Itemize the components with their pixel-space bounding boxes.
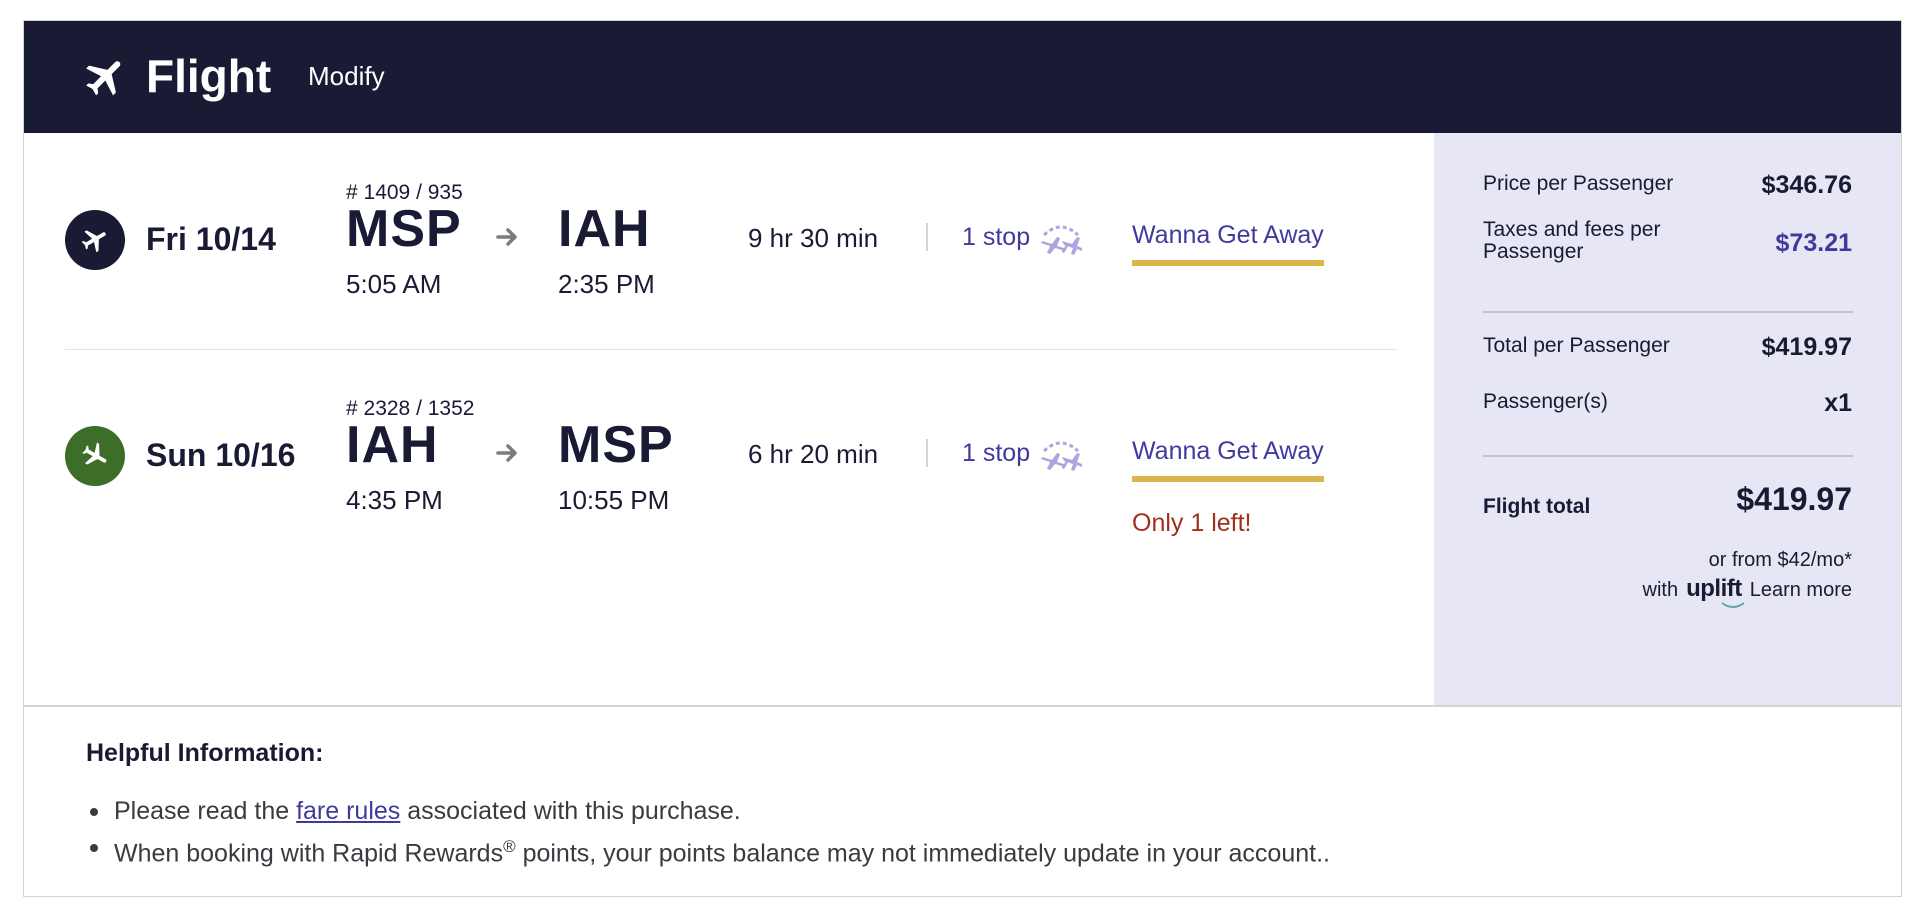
destination-airport: IAH <box>558 200 651 258</box>
summary-divider <box>1483 455 1853 457</box>
flight-duration: 6 hr 20 min <box>748 439 879 469</box>
stops-link[interactable]: 1 stop <box>962 439 1030 468</box>
financing-text: or from $42/mo* <box>1708 549 1852 571</box>
uplift-row: with uplift Learn more <box>1642 575 1852 608</box>
flight-date: Sun 10/16 <box>146 437 296 473</box>
item-text: Please read the <box>114 797 297 825</box>
uplift-brand-text: uplift <box>1686 575 1742 602</box>
with-text: with <box>1642 579 1679 601</box>
flight-row-returning: Sun 10/16 # 2328 / 1352 IAH MSP 4:35 PM … <box>24 349 1434 565</box>
taxes-label-line2: Passenger <box>1483 240 1584 263</box>
uplift-logo: uplift <box>1686 575 1745 608</box>
flight-header: Flight Modify <box>24 21 1901 133</box>
price-summary-panel: Price per Passenger $346.76 Taxes and fe… <box>1434 133 1901 705</box>
modify-link[interactable]: Modify <box>308 61 385 92</box>
total-per-passenger-label: Total per Passenger <box>1483 334 1670 357</box>
destination-airport: MSP <box>558 416 674 474</box>
flight-date: Fri 10/14 <box>146 221 276 257</box>
arrow-right-icon <box>496 444 517 462</box>
flight-duration: 9 hr 30 min <box>748 223 879 253</box>
returning-plane-icon <box>65 426 125 486</box>
departure-time: 4:35 PM <box>346 485 443 515</box>
departure-time: 5:05 AM <box>346 269 442 299</box>
total-per-passenger-value: $419.97 <box>1761 333 1852 361</box>
helpful-info-list: Please read the fare rules associated wi… <box>86 793 1330 871</box>
price-per-passenger-label: Price per Passenger <box>1483 172 1674 195</box>
item-text: associated with this purchase. <box>400 797 741 825</box>
divider <box>926 439 928 467</box>
origin-airport: IAH <box>346 416 439 474</box>
connecting-flight-icon <box>1041 225 1082 255</box>
departing-plane-icon <box>65 210 125 270</box>
flight-total-label: Flight total <box>1483 495 1591 518</box>
taxes-label-line1: Taxes and fees per <box>1483 218 1661 241</box>
bullet <box>90 844 98 852</box>
uplift-smile-icon <box>1721 602 1745 608</box>
list-item: When booking with Rapid Rewards® points,… <box>86 829 1330 871</box>
passengers-label: Passenger(s) <box>1483 390 1608 413</box>
taxes-value[interactable]: $73.21 <box>1776 229 1852 258</box>
bullet <box>90 808 98 816</box>
item-text: points, your points balance may not imme… <box>515 839 1330 868</box>
flight-total-value: $419.97 <box>1736 481 1852 517</box>
item-text: When booking with Rapid Rewards <box>114 839 504 868</box>
arrival-time: 2:35 PM <box>558 269 655 299</box>
registered-mark: ® <box>503 837 516 856</box>
divider <box>926 223 928 251</box>
section-divider <box>24 705 1901 707</box>
arrow-right-icon <box>496 228 517 246</box>
summary-divider <box>1483 311 1853 313</box>
fare-type-link[interactable]: Wanna Get Away <box>1132 437 1324 482</box>
helpful-info-title: Helpful Information: <box>86 739 324 767</box>
airplane-icon <box>86 61 121 96</box>
flight-row-departing: Fri 10/14 # 1409 / 935 MSP IAH 5:05 AM 2… <box>24 133 1434 349</box>
flight-list: Fri 10/14 # 1409 / 935 MSP IAH 5:05 AM 2… <box>24 133 1434 705</box>
availability-note: Only 1 left! <box>1132 509 1252 537</box>
flight-summary-card: Flight Modify Fri 10/14 # 1409 / 935 MSP… <box>23 20 1902 897</box>
fare-type-link[interactable]: Wanna Get Away <box>1132 221 1324 266</box>
origin-airport: MSP <box>346 200 462 258</box>
passengers-value: x1 <box>1824 389 1852 417</box>
arrival-time: 10:55 PM <box>558 485 670 515</box>
page-title: Flight <box>146 50 272 102</box>
learn-more-link[interactable]: Learn more <box>1750 579 1852 602</box>
fare-rules-link[interactable]: fare rules <box>296 797 400 825</box>
connecting-flight-icon <box>1041 441 1082 471</box>
list-item: Please read the fare rules associated wi… <box>86 793 1330 829</box>
price-per-passenger-value: $346.76 <box>1761 171 1852 199</box>
stops-link[interactable]: 1 stop <box>962 223 1030 252</box>
